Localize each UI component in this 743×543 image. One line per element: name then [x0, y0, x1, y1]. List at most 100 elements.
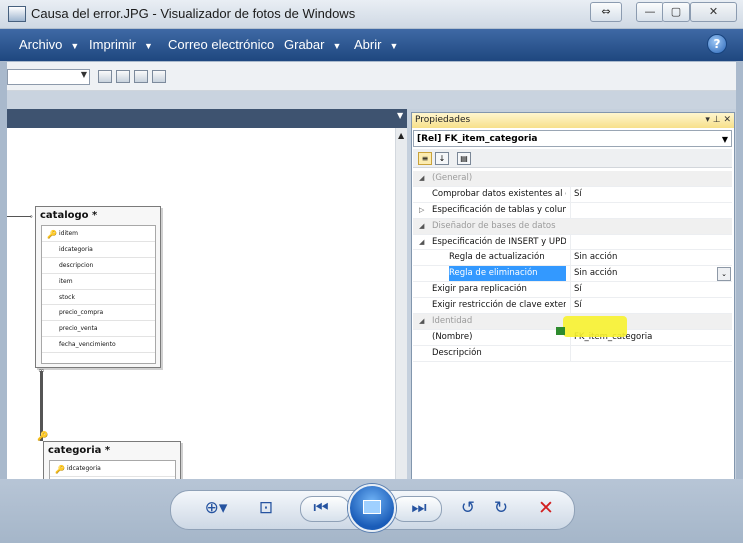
- next-button[interactable]: ⏭: [404, 496, 434, 520]
- categorized-icon: ≡: [418, 152, 432, 165]
- table-row: fecha_vencimiento: [42, 337, 155, 354]
- collapse-icon: ◢: [419, 174, 425, 182]
- table-row: stock: [42, 290, 155, 306]
- property-name: Regla de eliminación: [449, 266, 566, 282]
- table-row: descripcion: [42, 258, 155, 274]
- property-row: ◢ Diseñador de bases de datos: [413, 218, 732, 235]
- help-icon[interactable]: ?: [707, 34, 727, 54]
- menu-imprimir[interactable]: Imprimir ▼: [89, 37, 153, 52]
- properties-toolbar: ≡ ↓ ▤: [413, 149, 732, 168]
- chevron-down-icon: ▼: [80, 70, 87, 79]
- categoria-table: categoria * 🔑idcategoria nombre_categori…: [43, 441, 181, 479]
- relationship-end-icon: ⊸: [26, 212, 33, 221]
- panel-pin-icon: ▾ ⊥ ✕: [705, 115, 731, 125]
- chevron-down-icon: ▼: [143, 41, 153, 51]
- column-name: precio_compra: [59, 309, 104, 317]
- property-name: (General): [432, 173, 473, 183]
- toolbar-tool-icon: [152, 70, 166, 83]
- column-name: descripcion: [59, 261, 94, 269]
- property-row: ◢ (General): [413, 171, 732, 187]
- property-value: Sin acción: [570, 250, 734, 266]
- table-columns: 🔑 iditem idcategoria descripcion item sto…: [41, 225, 156, 364]
- photo-viewer-app-icon: [8, 6, 26, 22]
- column-name: fecha_vencimiento: [59, 341, 116, 349]
- table-row: 🔑 iditem: [42, 226, 155, 242]
- image-band: [7, 91, 736, 109]
- zoom-button[interactable]: ⊕▾: [198, 496, 234, 520]
- menu-label: Correo electrónico: [168, 37, 275, 52]
- chevron-down-icon: ▼: [332, 41, 342, 51]
- table-row: precio_compra: [42, 305, 155, 322]
- property-name: Descripción: [432, 347, 482, 358]
- collapse-icon: ◢: [419, 237, 425, 246]
- toolbar-combo: ▼: [7, 69, 90, 85]
- photo-display: ▼ ▼ ⊸ catalogo * 🔑 iditem idcategoria des…: [7, 62, 736, 479]
- menu-label: Abrir: [354, 37, 382, 52]
- property-name: Especificación de INSERT y UPDA: [432, 236, 566, 247]
- object-selector: [Rel] FK_item_categoria ▼: [413, 130, 732, 147]
- properties-title-text: Propiedades: [415, 115, 471, 125]
- menu-correo[interactable]: Correo electrónico: [168, 37, 274, 52]
- title-bar: Causa del error.JPG - Visualizador de fo…: [0, 0, 743, 29]
- property-row: ▷ Especificación de tablas y colum: [413, 202, 734, 219]
- column-name: iditem: [59, 230, 79, 237]
- column-name: item: [59, 277, 73, 285]
- property-value: Sí: [570, 282, 734, 298]
- minimize-button[interactable]: —: [636, 2, 664, 22]
- properties-title: Propiedades ▾ ⊥ ✕: [412, 113, 734, 128]
- fit-window-button[interactable]: ⊡: [254, 496, 278, 520]
- property-name: Diseñador de bases de datos: [432, 220, 556, 231]
- designer-tab-strip: ▼: [7, 109, 407, 128]
- property-value: [570, 234, 734, 250]
- table-row: item: [42, 274, 155, 290]
- property-value: [570, 345, 734, 361]
- property-row: Exigir para replicación Sí: [413, 282, 734, 299]
- property-row: Exigir restricción de clave externa Sí: [413, 298, 734, 315]
- property-row: Descripción: [413, 345, 734, 362]
- menu-bar: Archivo ▼ Imprimir ▼ Correo electrónico Gr…: [0, 29, 743, 61]
- menu-grabar[interactable]: Grabar ▼: [284, 37, 341, 52]
- table-row: idcategoria: [42, 242, 155, 258]
- scroll-up-icon: ▲: [398, 131, 405, 140]
- property-row: ◢ Especificación de INSERT y UPDA: [413, 234, 734, 251]
- chevron-down-icon: ⌄: [717, 267, 731, 282]
- property-name: Especificación de tablas y colum: [432, 204, 566, 215]
- column-name: idcategoria: [67, 465, 101, 472]
- table-title: categoria *: [48, 445, 111, 456]
- rotate-right-button[interactable]: ↻: [489, 496, 513, 520]
- window-nav-button[interactable]: ⇔: [590, 2, 622, 22]
- property-pages-icon: ▤: [457, 152, 471, 165]
- chevron-down-icon: ▼: [70, 41, 80, 51]
- column-name: stock: [59, 293, 75, 301]
- property-value: [570, 202, 734, 218]
- property-name: (Nombre): [432, 331, 473, 342]
- column-name: idcategoria: [59, 245, 93, 253]
- menu-abrir[interactable]: Abrir ▼: [354, 37, 398, 52]
- image-toolbar: ▼: [7, 62, 736, 91]
- property-value: Sí: [570, 298, 734, 314]
- table-columns: 🔑idcategoria nombre_categoria: [49, 460, 176, 479]
- menu-label: Imprimir: [89, 37, 136, 52]
- property-name: Regla de actualización: [449, 252, 545, 263]
- menu-label: Grabar: [284, 37, 325, 52]
- property-name: Exigir restricción de clave externa: [432, 300, 566, 311]
- highlighter-mark: [563, 316, 627, 337]
- property-row: Regla de actualización Sin acción: [413, 250, 734, 267]
- rotate-left-button[interactable]: ↺: [456, 496, 480, 520]
- menu-archivo[interactable]: Archivo ▼: [19, 37, 79, 52]
- slideshow-icon: [363, 500, 381, 514]
- chevron-down-icon: ▼: [721, 135, 728, 144]
- table-row: precio_venta: [42, 321, 155, 338]
- slideshow-button[interactable]: [348, 484, 396, 532]
- property-name: Exigir para replicación: [432, 284, 527, 295]
- close-button[interactable]: ✕: [690, 2, 737, 22]
- chevron-down-icon: ▼: [389, 41, 399, 51]
- window-title: Causa del error.JPG - Visualizador de fo…: [31, 6, 356, 21]
- table-row: 🔑 idcategoria: [50, 461, 175, 477]
- table-title: catalogo *: [40, 210, 98, 221]
- alphabetical-icon: ↓: [435, 152, 449, 165]
- toolbar-tool-icon: [98, 70, 112, 83]
- previous-button[interactable]: ⏮: [306, 496, 336, 520]
- maximize-button[interactable]: ▢: [662, 2, 690, 22]
- delete-button[interactable]: ✕: [538, 496, 554, 520]
